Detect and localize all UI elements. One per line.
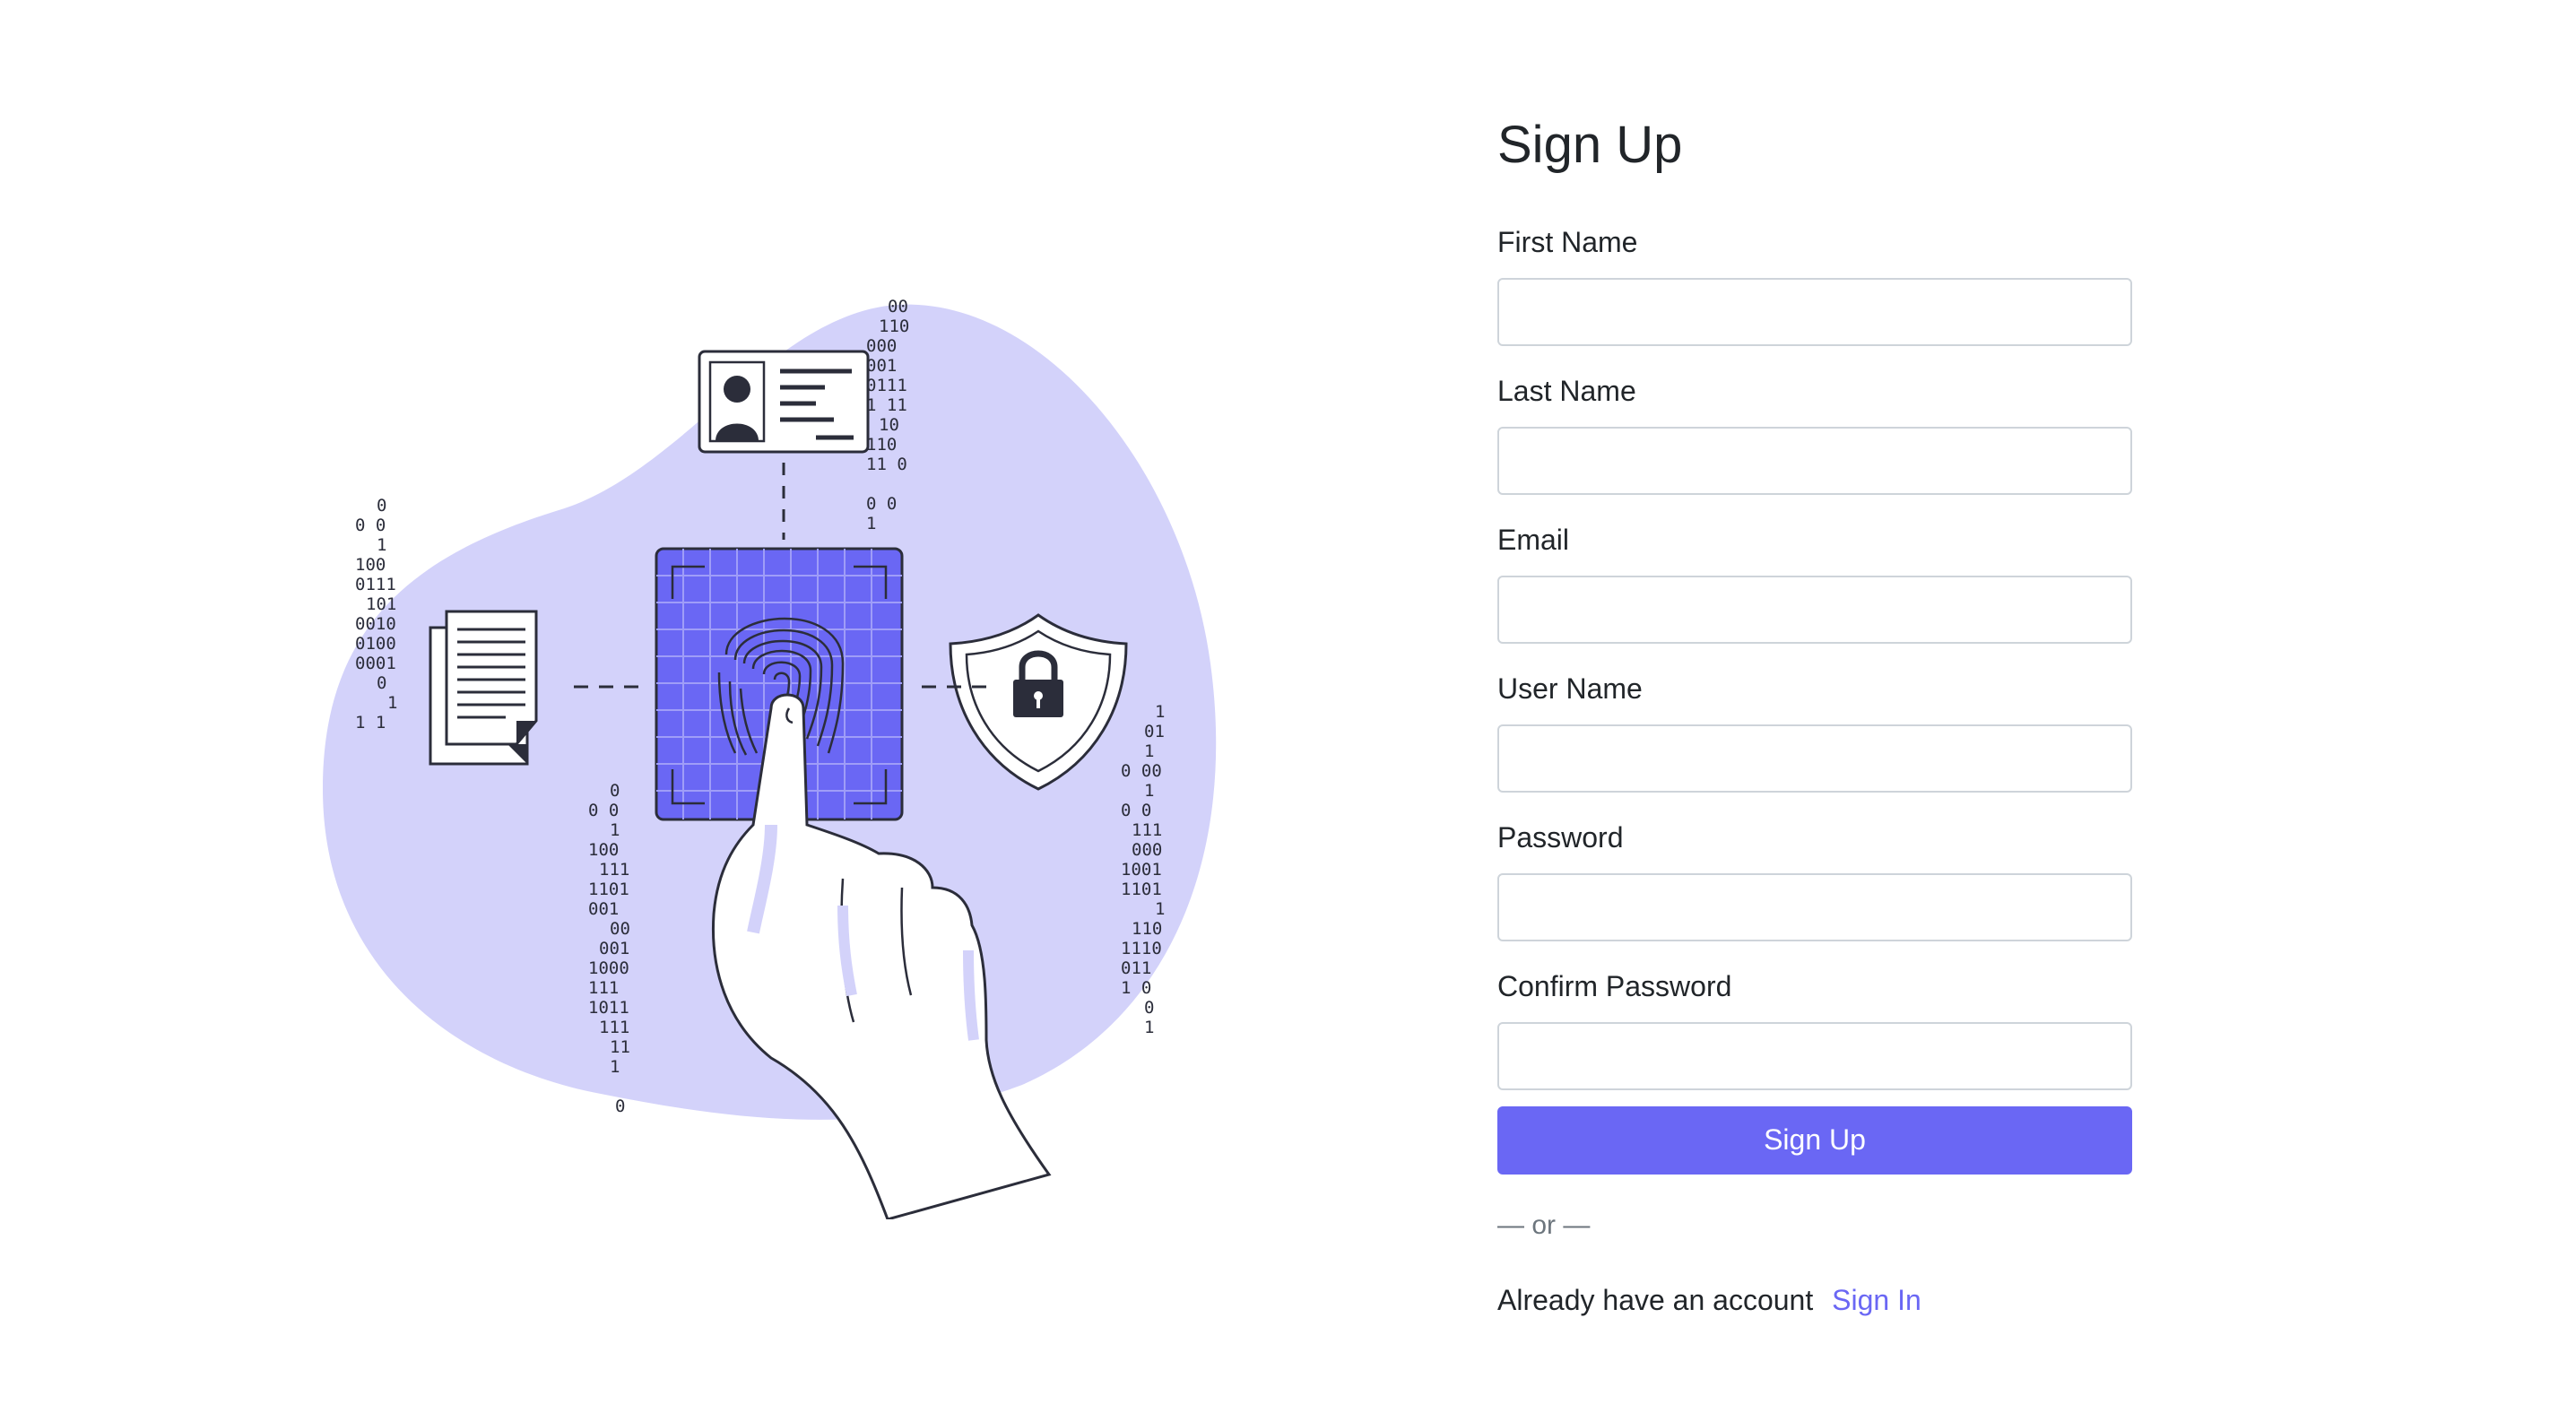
svg-text:0010: 0010 <box>355 614 396 634</box>
svg-text:011: 011 <box>1121 958 1151 978</box>
svg-text:000: 000 <box>866 336 897 356</box>
first-name-input[interactable] <box>1497 277 2132 346</box>
svg-text:0100: 0100 <box>355 634 396 654</box>
confirm-password-label: Confirm Password <box>1497 969 1732 1002</box>
svg-text:001: 001 <box>866 356 897 376</box>
svg-text:11 0: 11 0 <box>866 455 907 474</box>
svg-text:1: 1 <box>866 514 876 533</box>
svg-text:01: 01 <box>1144 722 1165 741</box>
confirm-password-input[interactable] <box>1497 1021 2132 1090</box>
svg-text:0001: 0001 <box>355 654 396 673</box>
signup-form: Sign Up First Name Last Name Email User … <box>1497 117 2132 1317</box>
sign-up-button[interactable]: Sign Up <box>1497 1105 2132 1175</box>
svg-text:1000: 1000 <box>588 958 629 978</box>
confirm-password-group: Confirm Password <box>1497 972 2132 1090</box>
svg-text:1011: 1011 <box>588 998 629 1018</box>
sign-in-link[interactable]: Sign In <box>1832 1284 1921 1316</box>
svg-text:111: 111 <box>588 978 619 998</box>
svg-text:0 0: 0 0 <box>355 516 386 535</box>
signin-row: Already have an account Sign In <box>1497 1284 2132 1317</box>
email-group: Email <box>1497 525 2132 644</box>
document-icon <box>429 610 538 766</box>
svg-text:100: 100 <box>588 840 619 860</box>
svg-text:0: 0 <box>1144 998 1154 1018</box>
svg-text:1001: 1001 <box>1121 860 1162 880</box>
svg-text:0: 0 <box>377 673 386 693</box>
signin-prompt: Already have an account <box>1497 1283 1814 1316</box>
email-label: Email <box>1497 523 1570 556</box>
password-label: Password <box>1497 820 1624 854</box>
svg-text:111: 111 <box>599 1018 629 1037</box>
svg-text:110: 110 <box>866 435 897 455</box>
first-name-label: First Name <box>1497 225 1638 258</box>
svg-text:1: 1 <box>377 535 386 555</box>
svg-text:1: 1 <box>610 1057 620 1077</box>
svg-text:001: 001 <box>588 899 619 919</box>
svg-text:1: 1 <box>1144 781 1154 801</box>
svg-text:1: 1 <box>387 693 397 713</box>
page-title: Sign Up <box>1497 116 1683 174</box>
last-name-label: Last Name <box>1497 374 1636 407</box>
svg-text:1101: 1101 <box>588 880 629 899</box>
svg-text:00: 00 <box>888 297 908 316</box>
svg-text:0 0: 0 0 <box>866 494 897 514</box>
svg-text:0111: 0111 <box>355 575 396 594</box>
or-divider: — or — <box>1497 1209 1591 1240</box>
last-name-input[interactable] <box>1497 426 2132 495</box>
password-input[interactable] <box>1497 872 2132 941</box>
svg-text:0: 0 <box>610 781 620 801</box>
first-name-group: First Name <box>1497 228 2132 346</box>
svg-text:1110: 1110 <box>1121 939 1162 958</box>
svg-text:110: 110 <box>1132 919 1162 939</box>
svg-text:000: 000 <box>1132 840 1162 860</box>
security-illustration-svg: 0 0 0 1 100 0111 101 0010 0100 0001 0 1 … <box>323 297 1217 1219</box>
id-card-icon <box>698 350 870 454</box>
svg-text:101: 101 <box>366 594 396 614</box>
svg-text:1: 1 <box>1144 741 1154 761</box>
svg-text:1 1: 1 1 <box>355 713 386 733</box>
username-group: User Name <box>1497 674 2132 793</box>
last-name-group: Last Name <box>1497 377 2132 495</box>
svg-text:1: 1 <box>610 820 620 840</box>
svg-text:0111: 0111 <box>866 376 907 395</box>
svg-text:0 00: 0 00 <box>1121 761 1162 781</box>
svg-text:1: 1 <box>1144 1018 1154 1037</box>
svg-text:111: 111 <box>1132 820 1162 840</box>
svg-text:0 0: 0 0 <box>588 801 619 820</box>
svg-text:0 0: 0 0 <box>1121 801 1151 820</box>
svg-text:0: 0 <box>615 1097 625 1116</box>
svg-text:11: 11 <box>610 1037 630 1057</box>
security-illustration: 0 0 0 1 100 0111 101 0010 0100 0001 0 1 … <box>305 287 1255 1219</box>
username-label: User Name <box>1497 672 1643 705</box>
svg-text:0: 0 <box>377 496 386 516</box>
password-group: Password <box>1497 823 2132 941</box>
email-input[interactable] <box>1497 575 2132 644</box>
svg-text:1: 1 <box>1155 899 1165 919</box>
svg-text:111: 111 <box>599 860 629 880</box>
svg-text:1101: 1101 <box>1121 880 1162 899</box>
svg-text:110: 110 <box>879 316 909 336</box>
svg-text:10: 10 <box>879 415 899 435</box>
svg-text:1 11: 1 11 <box>866 395 907 415</box>
username-input[interactable] <box>1497 724 2132 793</box>
svg-text:1: 1 <box>1155 702 1165 722</box>
svg-text:00: 00 <box>610 919 630 939</box>
svg-text:001: 001 <box>599 939 629 958</box>
svg-text:100: 100 <box>355 555 386 575</box>
svg-text:1 0: 1 0 <box>1121 978 1151 998</box>
